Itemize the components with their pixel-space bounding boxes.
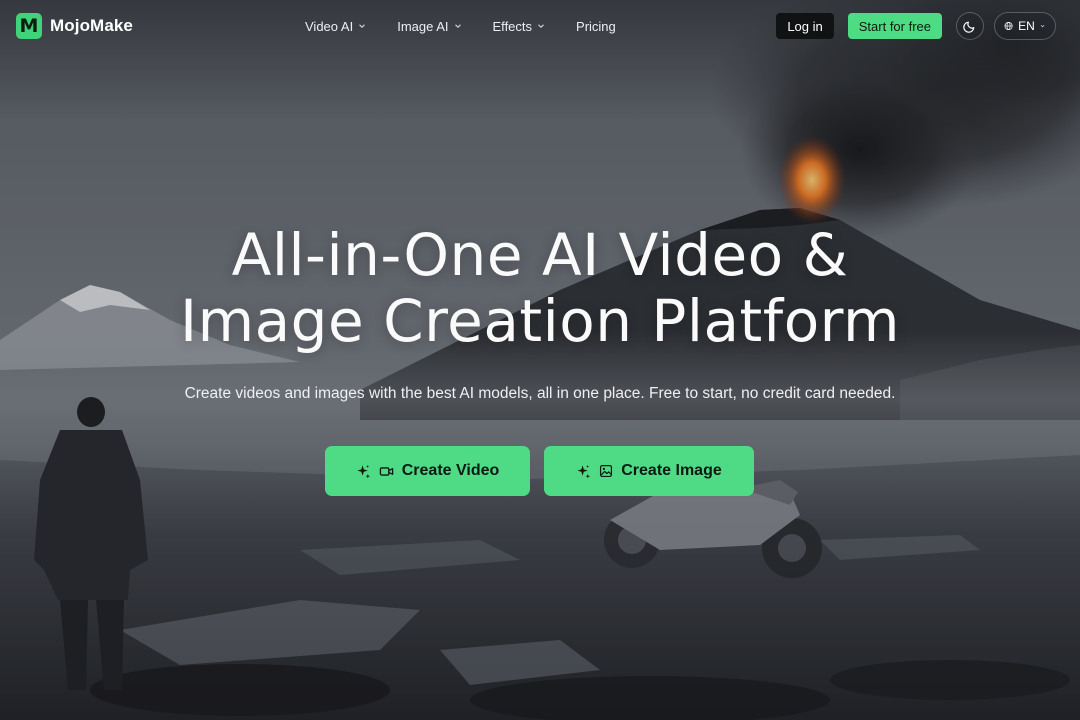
create-video-button[interactable]: Create Video xyxy=(325,446,530,496)
nav-item-label: Effects xyxy=(492,18,533,34)
brand-logo-mark: M xyxy=(16,13,42,39)
create-image-label: Create Image xyxy=(621,462,722,479)
chevron-down-icon xyxy=(359,24,366,28)
sparkle-icon xyxy=(357,464,370,478)
chevron-down-icon xyxy=(454,24,461,28)
hero-subtitle: Create videos and images with the best A… xyxy=(184,385,896,402)
nav-item-label: Video AI xyxy=(305,18,354,34)
image-icon xyxy=(600,464,613,478)
create-video-label: Create Video xyxy=(401,462,500,479)
site-header: M MojoMake Video AI Image AI Effects Pri… xyxy=(0,0,1080,52)
video-camera-icon xyxy=(379,466,393,476)
hero-background-image xyxy=(0,0,1080,720)
hero-title: All-in-One AI Video & Image Creation Pla… xyxy=(0,222,1080,354)
language-label: EN xyxy=(1018,19,1035,33)
create-image-button[interactable]: Create Image xyxy=(544,446,754,496)
chevron-down-icon xyxy=(1040,24,1045,28)
hero-title-line-1: All-in-One AI Video & xyxy=(231,221,849,289)
brand-logo-link[interactable]: M MojoMake xyxy=(16,13,133,39)
nav-item-label: Image AI xyxy=(397,18,449,34)
header-actions: Log in Start for free EN xyxy=(776,0,1056,52)
globe-icon xyxy=(1004,21,1013,31)
nav-item-pricing[interactable]: Pricing xyxy=(576,19,616,34)
nav-item-effects[interactable]: Effects xyxy=(493,19,546,34)
brand-name: MojoMake xyxy=(50,16,133,35)
chevron-down-icon xyxy=(538,24,544,28)
nav-item-label: Pricing xyxy=(576,18,616,34)
theme-toggle-button[interactable] xyxy=(956,12,984,40)
nav-item-image-ai[interactable]: Image AI xyxy=(397,19,461,34)
nav-item-video-ai[interactable]: Video AI xyxy=(305,19,366,34)
language-selector[interactable]: EN xyxy=(994,12,1056,40)
login-button[interactable]: Log in xyxy=(776,13,834,39)
start-for-free-button[interactable]: Start for free xyxy=(847,13,942,39)
hero-title-line-2: Image Creation Platform xyxy=(179,287,901,355)
moon-icon xyxy=(963,21,975,33)
cta-group: Create Video Create Image xyxy=(325,446,754,496)
main-nav: Video AI Image AI Effects Pricing xyxy=(305,0,616,52)
sparkle-icon xyxy=(577,464,591,478)
